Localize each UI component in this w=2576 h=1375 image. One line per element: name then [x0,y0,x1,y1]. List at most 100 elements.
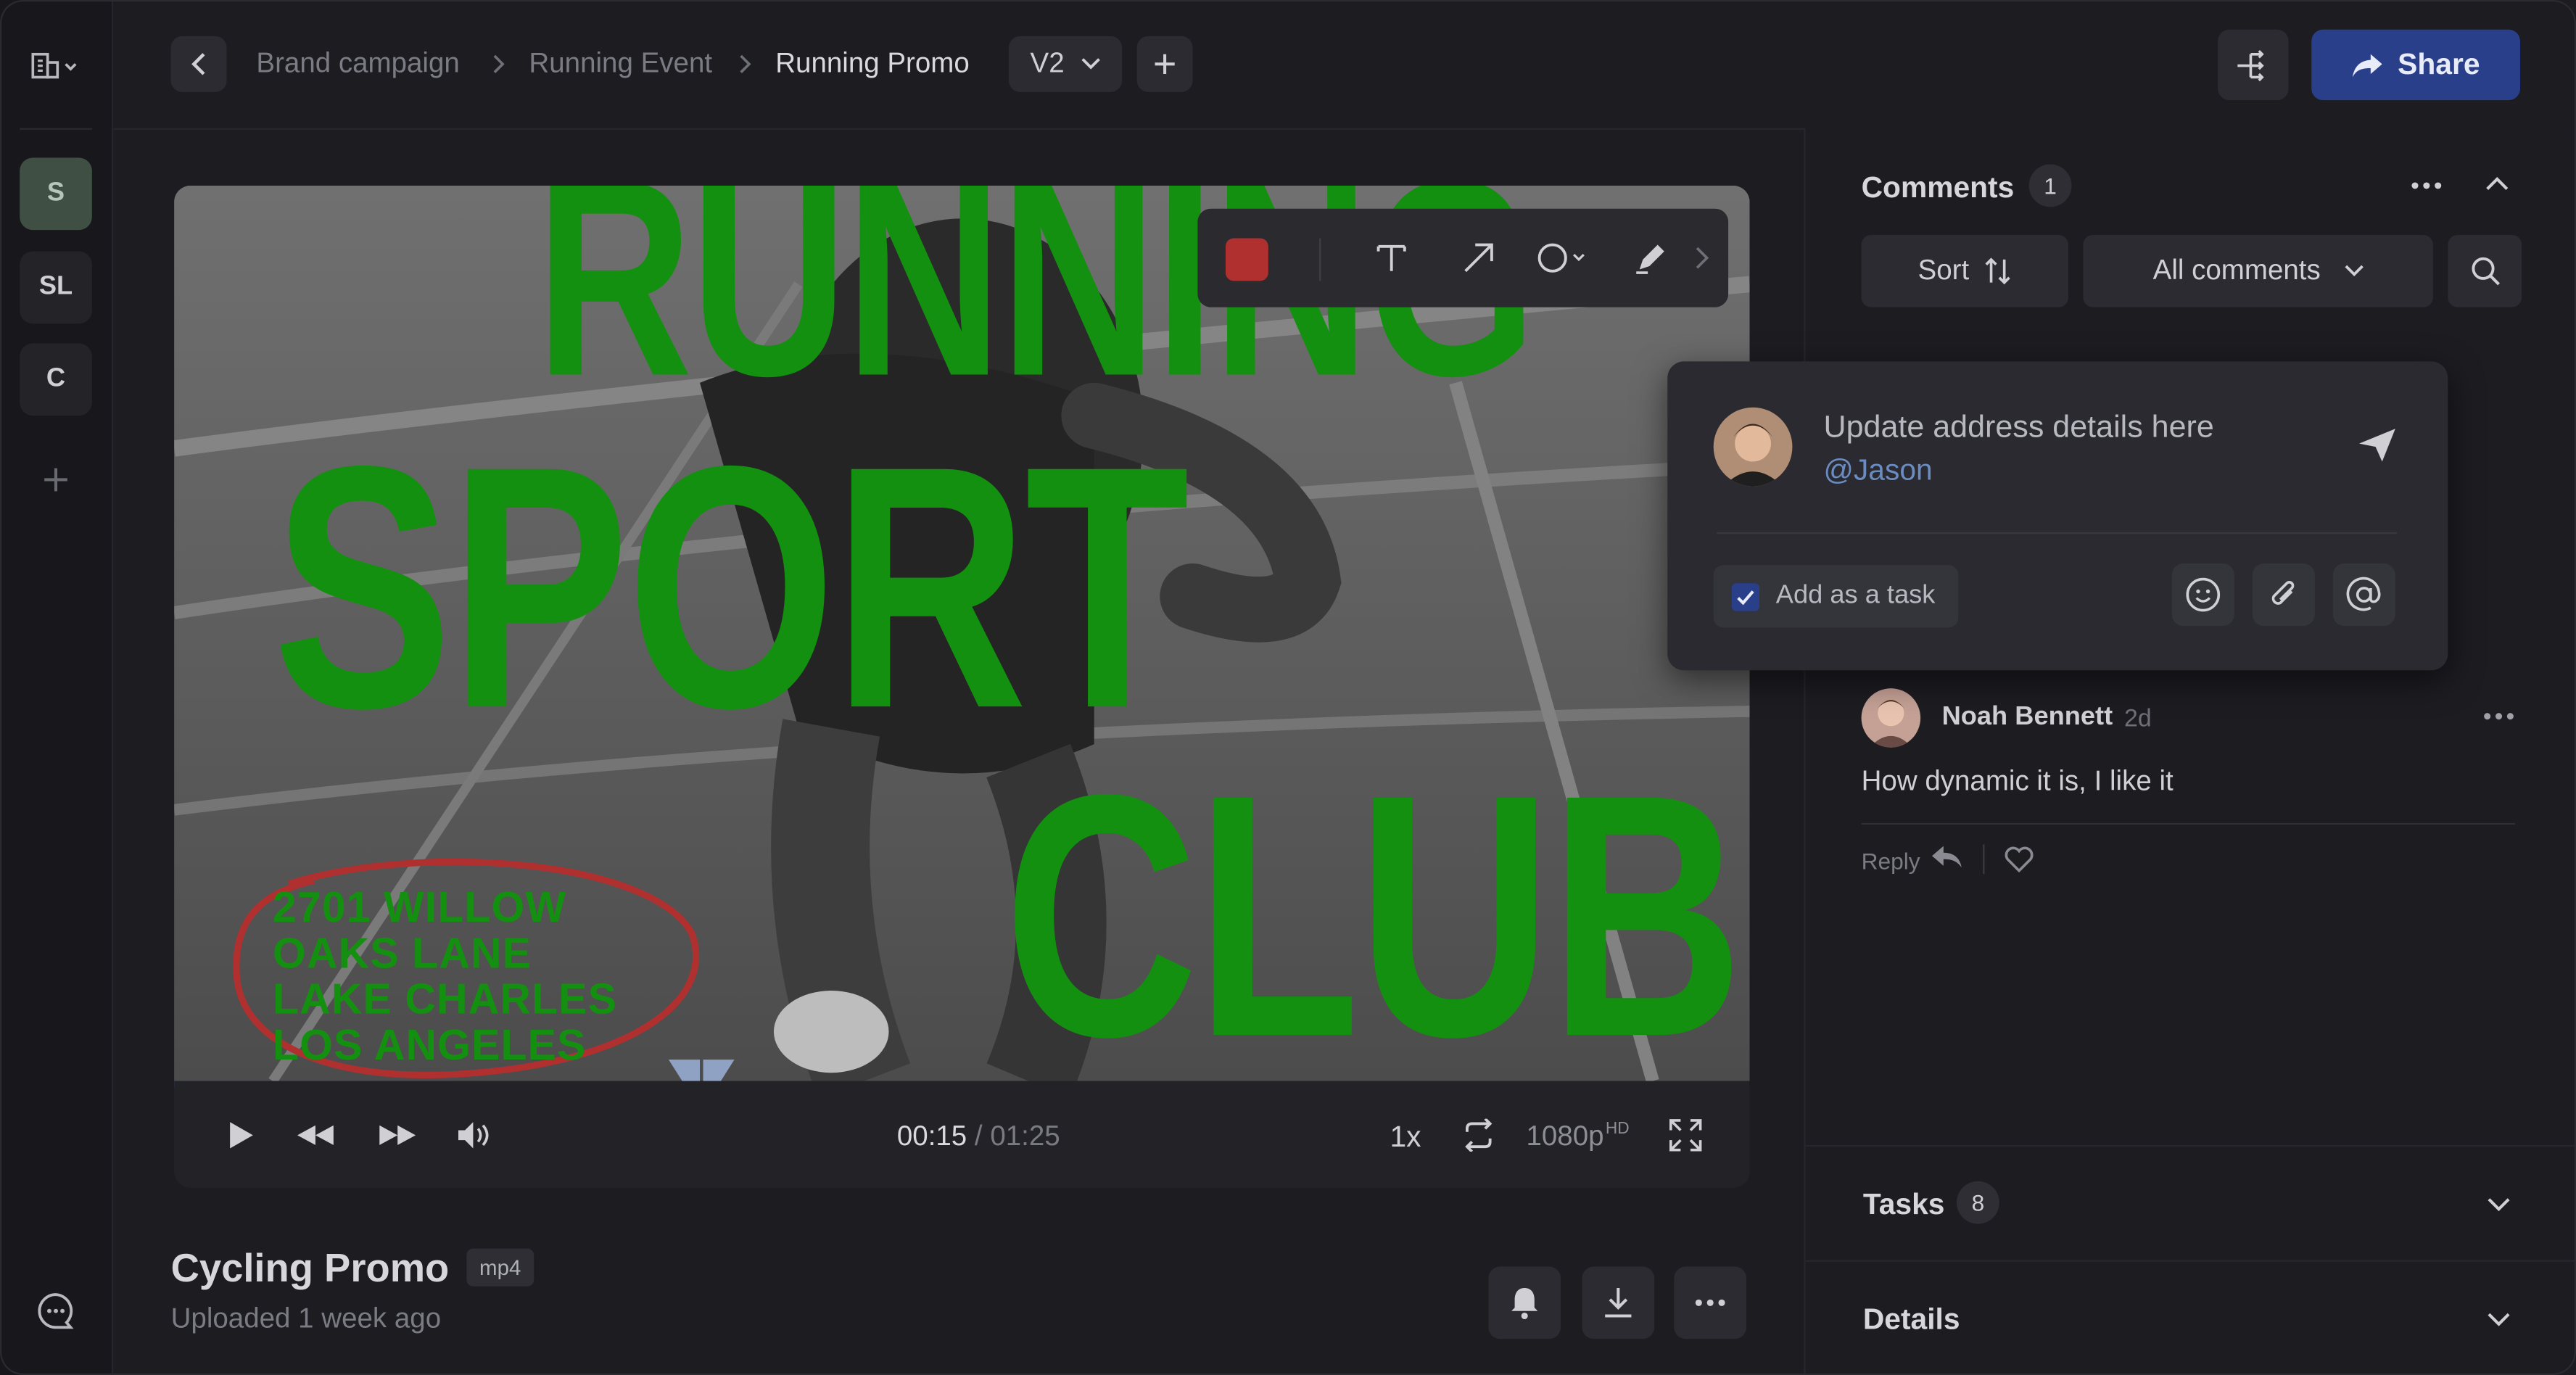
comment-body: How dynamic it is, I like it [1861,765,2174,797]
avatar [1713,407,1793,487]
workspace-sl[interactable]: SL [20,251,92,324]
reply-link[interactable]: Reply [1862,848,1920,874]
chevron-down-icon [2344,265,2363,277]
chat-icon[interactable] [36,1292,75,1331]
more-actions-button[interactable] [1674,1266,1747,1339]
mention-tag[interactable]: @Jason [1823,453,1932,488]
comments-count: 1 [2028,164,2072,207]
comment-filter-select[interactable]: All comments [2083,234,2433,307]
version-select[interactable]: V2 [1008,36,1123,92]
color-swatch[interactable] [1225,238,1268,281]
breadcrumb-running-event[interactable]: Running Event [529,48,712,80]
workflow-icon [2237,49,2263,81]
text-tool-icon[interactable] [1375,241,1408,274]
comments-panel: Comments 1 Sort All comments Noah Bennet… [1804,128,2576,1375]
volume-icon[interactable] [457,1120,493,1150]
more-horizontal-icon[interactable] [2410,181,2443,191]
heart-icon[interactable] [2005,846,2034,872]
download-icon [1605,1287,1632,1318]
chevron-right-icon[interactable] [1694,245,1711,271]
filter-label: All comments [2152,255,2321,286]
format-badge: mp4 [466,1248,534,1287]
details-title[interactable]: Details [1863,1302,1960,1337]
back-button[interactable] [170,36,227,92]
notify-button[interactable] [1488,1266,1561,1339]
annotation-toolbar [1197,208,1729,307]
quality-badge: HD [1605,1120,1630,1139]
play-icon[interactable] [225,1120,255,1150]
more-horizontal-icon [1695,1299,1725,1306]
quality-label: 1080p [1526,1120,1604,1152]
search-comments-button[interactable] [2448,234,2522,307]
asset-title: Cycling Promo [170,1247,450,1292]
quality-select[interactable]: 1080p HD [1526,1120,1629,1153]
pen-tool-icon[interactable] [1635,241,1667,274]
loop-icon[interactable] [1461,1118,1497,1152]
tasks-title[interactable]: Tasks [1863,1188,1945,1223]
version-label: V2 [1030,47,1065,79]
share-button[interactable]: Share [2311,29,2520,101]
building-icon [31,52,77,79]
rewind-icon[interactable] [296,1123,335,1147]
address-line: 2701 WILLOW [273,882,567,932]
at-sign-icon [2346,577,2381,611]
shape-tool-icon[interactable] [1536,241,1592,274]
video-frame: RUNNING SPORT CLUB 2701 WILLOW OAKS LANE… [174,185,1750,1081]
chevron-up-icon[interactable] [2485,176,2509,192]
chevron-down-icon[interactable] [2488,1311,2511,1328]
task-label: Add as a task [1775,581,1936,610]
workspace-c[interactable]: C [20,343,92,416]
comment-input[interactable]: Update address details here [1823,410,2213,447]
sort-label: Sort [1917,255,1970,286]
time-current: 00:15 [896,1120,967,1152]
download-button[interactable] [1582,1266,1655,1339]
playback-speed[interactable]: 1x [1390,1120,1421,1155]
address-text: 2701 WILLOW OAKS LANE LAKE CHARLES LOS A… [273,884,617,1068]
tasks-count: 8 [1956,1181,1999,1224]
add-as-task-toggle[interactable]: Add as a task [1713,565,1959,628]
address-line: LAKE CHARLES [273,974,618,1024]
video-player[interactable]: RUNNING SPORT CLUB 2701 WILLOW OAKS LANE… [174,185,1750,1188]
sort-button[interactable]: Sort [1861,234,2069,307]
mention-button[interactable] [2332,563,2395,627]
fullscreen-icon[interactable] [1669,1119,1702,1152]
comment-author[interactable]: Noah Bennett [1942,703,2113,733]
paperclip-icon [2271,580,2295,605]
address-line: LOS ANGELES [273,1020,587,1070]
asset-info: Cycling Promo mp4 [171,1247,534,1292]
organization-switcher[interactable] [30,49,82,82]
upload-date: Uploaded 1 week ago [170,1302,442,1334]
workspace-rail: S SL C [0,0,114,1375]
bell-icon [1511,1287,1538,1320]
emoji-button[interactable] [2171,563,2234,627]
chevron-left-icon [191,53,205,75]
chevron-down-icon[interactable] [2488,1196,2511,1213]
send-icon[interactable] [2358,427,2397,463]
overlay-word-sport: SPORT [273,394,1189,781]
more-horizontal-icon[interactable] [2482,711,2515,722]
workflow-button[interactable] [2218,29,2289,101]
sort-icon [1984,257,2010,285]
add-version-button[interactable] [1136,36,1193,92]
reply-icon[interactable] [1931,844,1963,870]
player-controls: 00:15 / 01:25 1x 1080p HD [174,1081,1750,1188]
time-separator: / [967,1120,991,1152]
search-icon [2471,257,2499,286]
add-workspace-icon[interactable] [39,463,72,496]
fast-forward-icon[interactable] [378,1123,417,1147]
avatar [1861,688,1921,748]
breadcrumb-running-promo: Running Promo [775,47,970,79]
address-line: OAKS LANE [273,928,532,978]
plus-icon [1155,54,1175,74]
checkbox-checked-icon [1731,583,1760,611]
comment-composer: Update address details here @Jason Add a… [1667,361,2448,671]
attach-button[interactable] [2252,563,2315,627]
time-display: 00:15 / 01:25 [897,1120,1060,1153]
time-total: 01:25 [990,1120,1060,1152]
share-arrow-icon [2353,53,2383,77]
overlay-word-club: CLUB [1004,722,1743,1081]
breadcrumb-brand-campaign[interactable]: Brand campaign [256,48,459,80]
comments-title: Comments [1861,170,2015,204]
arrow-tool-icon[interactable] [1462,241,1495,274]
workspace-s[interactable]: S [20,157,92,231]
